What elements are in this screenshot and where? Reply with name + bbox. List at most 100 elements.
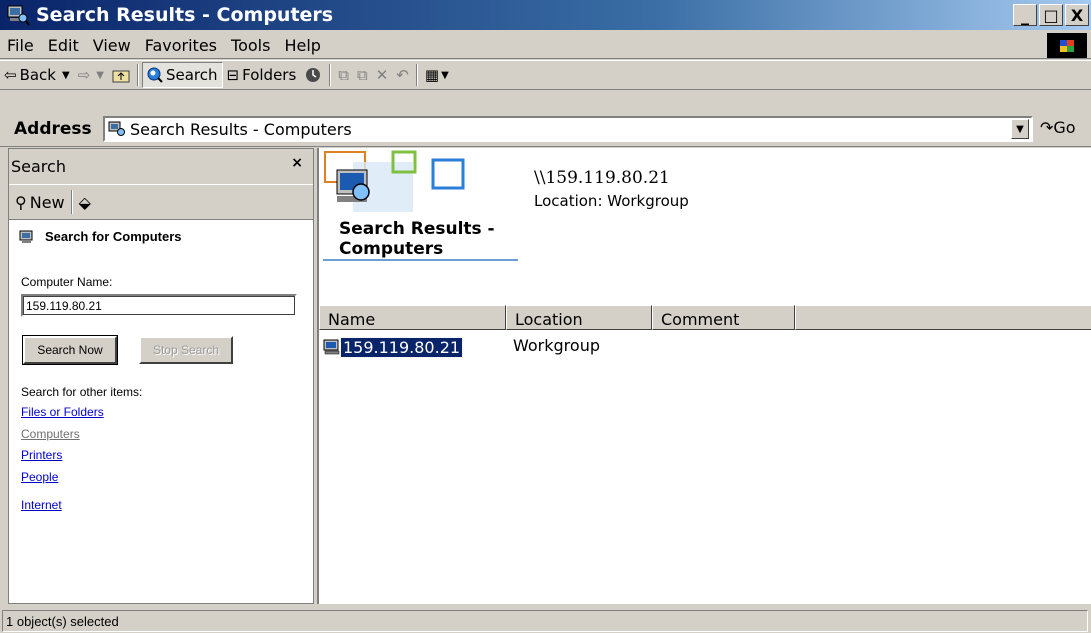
move-to-icon: ⧉ bbox=[338, 66, 349, 84]
up-folder-icon bbox=[112, 70, 130, 83]
divider bbox=[15, 491, 307, 492]
files-or-folders-link[interactable]: Files or Folders bbox=[21, 405, 104, 419]
search-pane-header: Search × bbox=[9, 149, 313, 184]
minimize-button[interactable]: _ bbox=[1013, 4, 1037, 26]
search-computers-icon bbox=[7, 5, 30, 26]
printers-link[interactable]: Printers bbox=[21, 448, 62, 462]
copy-to-icon: ⧉ bbox=[357, 66, 368, 84]
toolbar-separator bbox=[329, 64, 332, 86]
column-header-comment[interactable]: Comment bbox=[652, 305, 795, 330]
stop-search-button[interactable]: Stop Search bbox=[139, 336, 233, 364]
selected-item-path: \\159.119.80.21 bbox=[534, 168, 670, 188]
standard-toolbar: ⇦ Back ▼ ⇨ ▼ Search ⊟ Folders ⧉ ⧉ ✕ ↶ ▦ … bbox=[0, 60, 1091, 90]
search-label: Search bbox=[165, 66, 218, 84]
menu-help[interactable]: Help bbox=[277, 36, 327, 55]
menu-view[interactable]: View bbox=[86, 36, 138, 55]
close-button[interactable]: X bbox=[1065, 4, 1089, 26]
column-header-location[interactable]: Location bbox=[506, 305, 652, 330]
divider bbox=[15, 253, 307, 254]
address-label: Address bbox=[14, 119, 92, 139]
search-globe-icon bbox=[147, 67, 163, 83]
menu-tools[interactable]: Tools bbox=[224, 36, 277, 55]
menu-edit[interactable]: Edit bbox=[41, 36, 86, 55]
up-folder-button[interactable] bbox=[108, 62, 134, 88]
list-header: Name Location Comment bbox=[319, 305, 1091, 330]
copy-to-button[interactable]: ⧉ bbox=[353, 62, 372, 88]
row-location-cell: Workgroup bbox=[513, 336, 600, 355]
go-label: Go bbox=[1053, 118, 1076, 137]
search-pane-title: Search bbox=[11, 157, 66, 176]
internet-link[interactable]: Internet bbox=[21, 498, 62, 512]
search-button[interactable]: Search bbox=[141, 62, 223, 88]
folders-icon: ⊟ bbox=[226, 66, 240, 84]
search-pane: Search × ⚲ New ⬙ Search for Computers Co… bbox=[8, 148, 314, 604]
new-search-button[interactable]: ⚲ New bbox=[9, 193, 71, 212]
address-field[interactable]: Search Results - Computers ▼ bbox=[103, 116, 1033, 142]
go-arrow-icon: ↷ bbox=[1040, 118, 1054, 137]
folders-button[interactable]: ⊟ Folders bbox=[223, 62, 301, 88]
divider bbox=[15, 377, 307, 378]
views-icon: ▦ bbox=[424, 66, 440, 84]
back-button[interactable]: ⇦ Back ▼ bbox=[0, 62, 74, 88]
banner-title-line2: Computers bbox=[339, 239, 444, 259]
back-dropdown-icon[interactable]: ▼ bbox=[62, 70, 70, 81]
column-header-name[interactable]: Name bbox=[319, 305, 506, 330]
delete-button[interactable]: ✕ bbox=[372, 62, 393, 88]
search-computers-icon bbox=[108, 121, 125, 136]
delete-icon: ✕ bbox=[375, 66, 389, 84]
undo-icon: ↶ bbox=[396, 66, 409, 84]
banner-title-line1: Search Results - bbox=[339, 219, 495, 239]
people-link[interactable]: People bbox=[21, 470, 58, 484]
move-to-button[interactable]: ⧉ bbox=[334, 62, 353, 88]
search-options-icon: ⬙ bbox=[78, 192, 91, 212]
address-dropdown-button[interactable]: ▼ bbox=[1011, 119, 1029, 139]
computer-name-label: Computer Name: bbox=[21, 275, 113, 289]
menu-favorites[interactable]: Favorites bbox=[138, 36, 224, 55]
folders-label: Folders bbox=[242, 66, 297, 84]
new-search-label: New bbox=[29, 192, 65, 212]
window-title: Search Results - Computers bbox=[36, 4, 334, 26]
menu-file[interactable]: File bbox=[0, 36, 41, 55]
history-icon bbox=[306, 68, 321, 82]
search-options-button[interactable]: ⬙ bbox=[73, 193, 97, 212]
computer-icon bbox=[323, 339, 340, 355]
toolbar-separator bbox=[136, 64, 139, 86]
status-text: 1 object(s) selected bbox=[2, 610, 1088, 632]
title-bar[interactable]: Search Results - Computers _ □ X bbox=[0, 0, 1091, 30]
column-header-filler bbox=[795, 305, 1091, 330]
search-computers-banner-icon bbox=[324, 150, 465, 212]
history-button[interactable] bbox=[300, 62, 326, 88]
address-value: Search Results - Computers bbox=[130, 119, 352, 139]
search-for-computers-label: Search for Computers bbox=[45, 229, 182, 244]
banner-underline bbox=[323, 259, 518, 261]
search-now-button[interactable]: Search Now bbox=[22, 335, 118, 365]
go-button[interactable]: ↷Go bbox=[1040, 118, 1076, 137]
computer-name-input[interactable]: 159.119.80.21 bbox=[21, 294, 297, 317]
close-search-pane-button[interactable]: × bbox=[291, 155, 303, 171]
table-row[interactable]: 159.119.80.21 Workgroup bbox=[323, 336, 600, 358]
views-button[interactable]: ▦ ▼ bbox=[421, 62, 453, 88]
status-bar: 1 object(s) selected bbox=[0, 608, 1091, 633]
forward-button[interactable]: ⇨ ▼ bbox=[74, 62, 108, 88]
undo-button[interactable]: ↶ bbox=[392, 62, 413, 88]
selected-item-location: Location: Workgroup bbox=[534, 192, 689, 210]
maximize-button[interactable]: □ bbox=[1039, 4, 1063, 26]
other-items-label: Search for other items: bbox=[21, 385, 143, 399]
search-pane-toolbar: ⚲ New ⬙ bbox=[9, 184, 313, 220]
windows-logo-icon bbox=[1047, 33, 1087, 58]
row-name-cell[interactable]: 159.119.80.21 bbox=[339, 336, 464, 358]
toolbar-separator bbox=[415, 64, 418, 86]
views-dropdown-icon: ▼ bbox=[441, 69, 449, 81]
menu-bar: File Edit View Favorites Tools Help bbox=[0, 32, 1091, 59]
new-search-icon: ⚲ bbox=[15, 192, 27, 212]
address-bar: Address Search Results - Computers ▼ ↷Go bbox=[0, 91, 1091, 147]
search-for-computers-heading: Search for Computers bbox=[19, 229, 182, 244]
forward-dropdown-icon[interactable]: ▼ bbox=[96, 70, 104, 81]
results-pane: Search Results - Computers \\159.119.80.… bbox=[317, 148, 1091, 604]
forward-arrow-icon: ⇨ bbox=[77, 66, 91, 84]
computer-icon bbox=[19, 230, 33, 243]
back-label: Back bbox=[19, 66, 56, 84]
back-arrow-icon: ⇦ bbox=[4, 66, 17, 84]
results-banner-title: Search Results - Computers bbox=[339, 219, 495, 259]
computers-link[interactable]: Computers bbox=[21, 427, 80, 441]
